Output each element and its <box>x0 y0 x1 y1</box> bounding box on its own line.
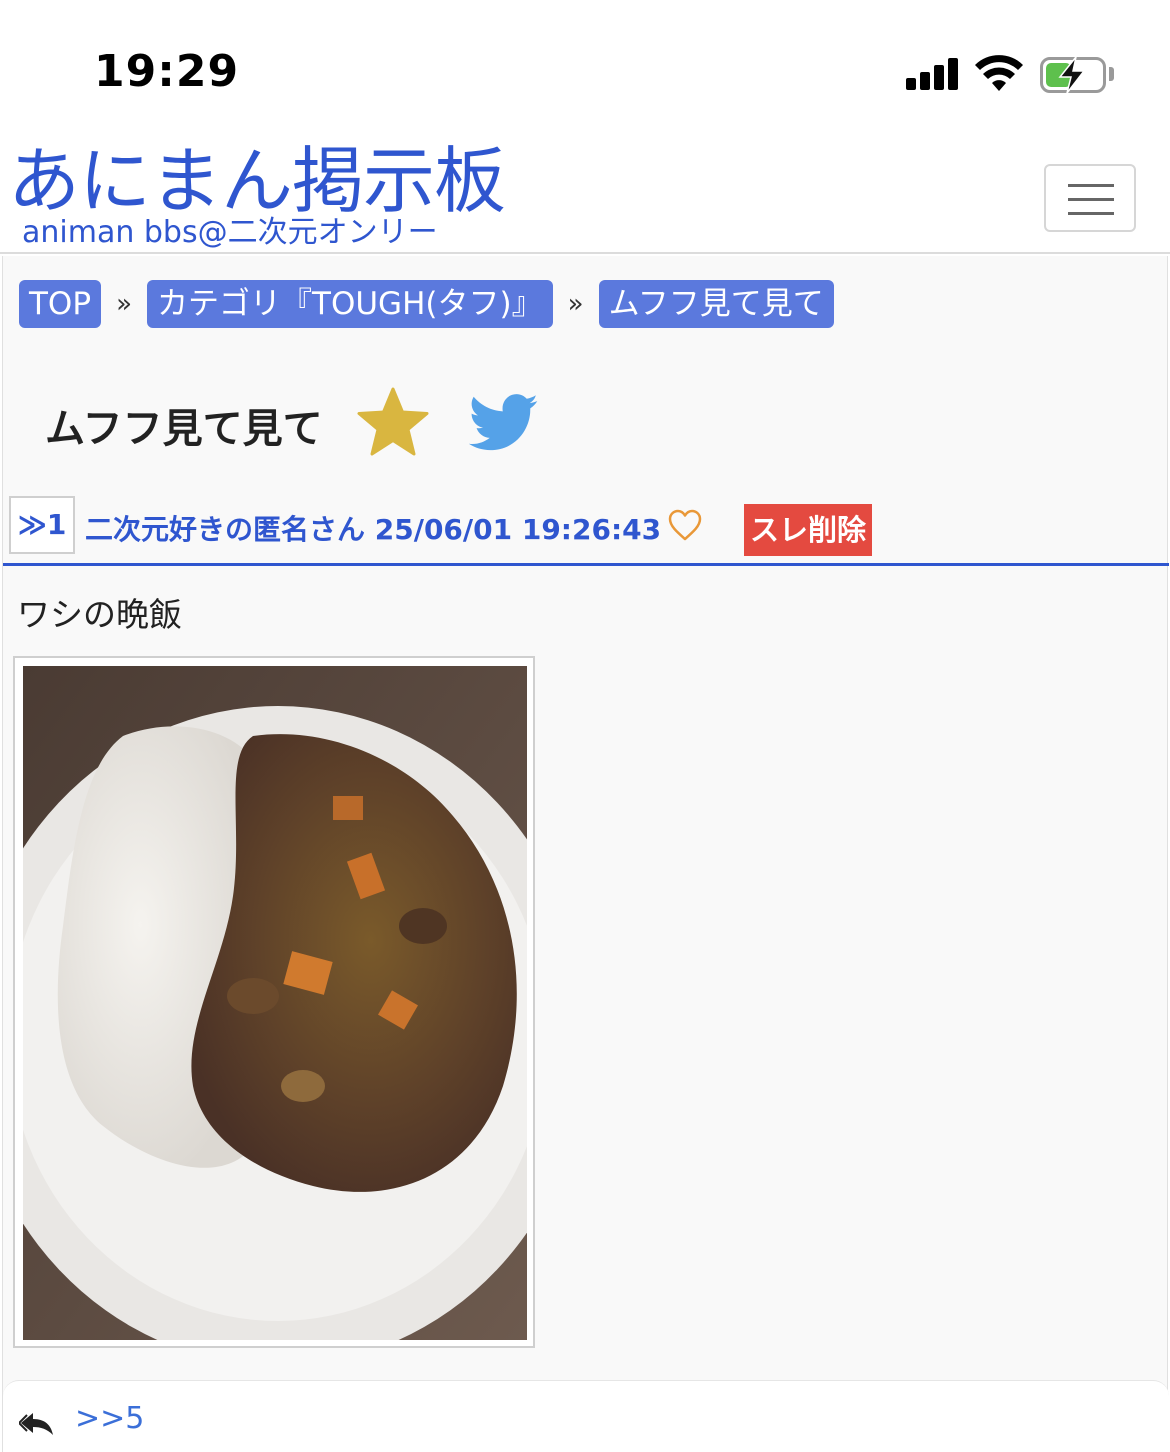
wifi-icon <box>975 55 1023 91</box>
hamburger-menu-button[interactable] <box>1044 164 1136 232</box>
status-time: 19:29 <box>94 46 240 97</box>
post-footer: >>5 <box>3 1380 1169 1452</box>
breadcrumb-category[interactable]: カテゴリ『TOUGH(タフ)』 <box>147 280 553 328</box>
reply-all-icon[interactable] <box>19 1409 55 1437</box>
post-author-date: 二次元好きの匿名さん 25/06/01 19:26:43 <box>85 513 662 546</box>
reply-link[interactable]: >>5 <box>75 1401 144 1436</box>
breadcrumb-separator: » <box>116 289 132 319</box>
thread-title: ムフフ見て見て <box>45 406 323 452</box>
post-header: ≫1 二次元好きの匿名さん 25/06/01 19:26:43 スレ削除 <box>3 494 1169 566</box>
breadcrumb: TOP » カテゴリ『TOUGH(タフ)』 » ムフフ見て見て <box>19 280 834 328</box>
breadcrumb-separator: » <box>567 289 584 319</box>
site-logo-title[interactable]: あにまん掲示板 <box>8 140 506 222</box>
twitter-icon[interactable] <box>469 392 539 454</box>
signal-icon <box>906 58 960 90</box>
post-body-text: ワシの晩飯 <box>17 595 182 634</box>
curry-rice-photo[interactable] <box>23 666 527 1340</box>
site-logo-subtitle: animan bbs@二次元オンリー <box>22 215 438 250</box>
charging-bolt-icon <box>1058 56 1086 94</box>
breadcrumb-top[interactable]: TOP <box>19 280 102 328</box>
delete-thread-button[interactable]: スレ削除 <box>744 504 872 556</box>
post-image-frame[interactable] <box>13 656 535 1348</box>
star-icon[interactable] <box>355 386 431 458</box>
site-header: あにまん掲示板 animan bbs@二次元オンリー <box>0 140 1170 254</box>
heart-icon[interactable] <box>667 508 703 542</box>
curry-rice-illustration <box>23 666 527 1340</box>
res-number-button[interactable]: ≫1 <box>9 496 75 554</box>
status-bar: 19:29 <box>0 0 1170 140</box>
thread-content: TOP » カテゴリ『TOUGH(タフ)』 » ムフフ見て見て ムフフ見て見て … <box>2 256 1169 1452</box>
breadcrumb-thread[interactable]: ムフフ見て見て <box>598 280 834 328</box>
battery-cap <box>1109 67 1114 81</box>
